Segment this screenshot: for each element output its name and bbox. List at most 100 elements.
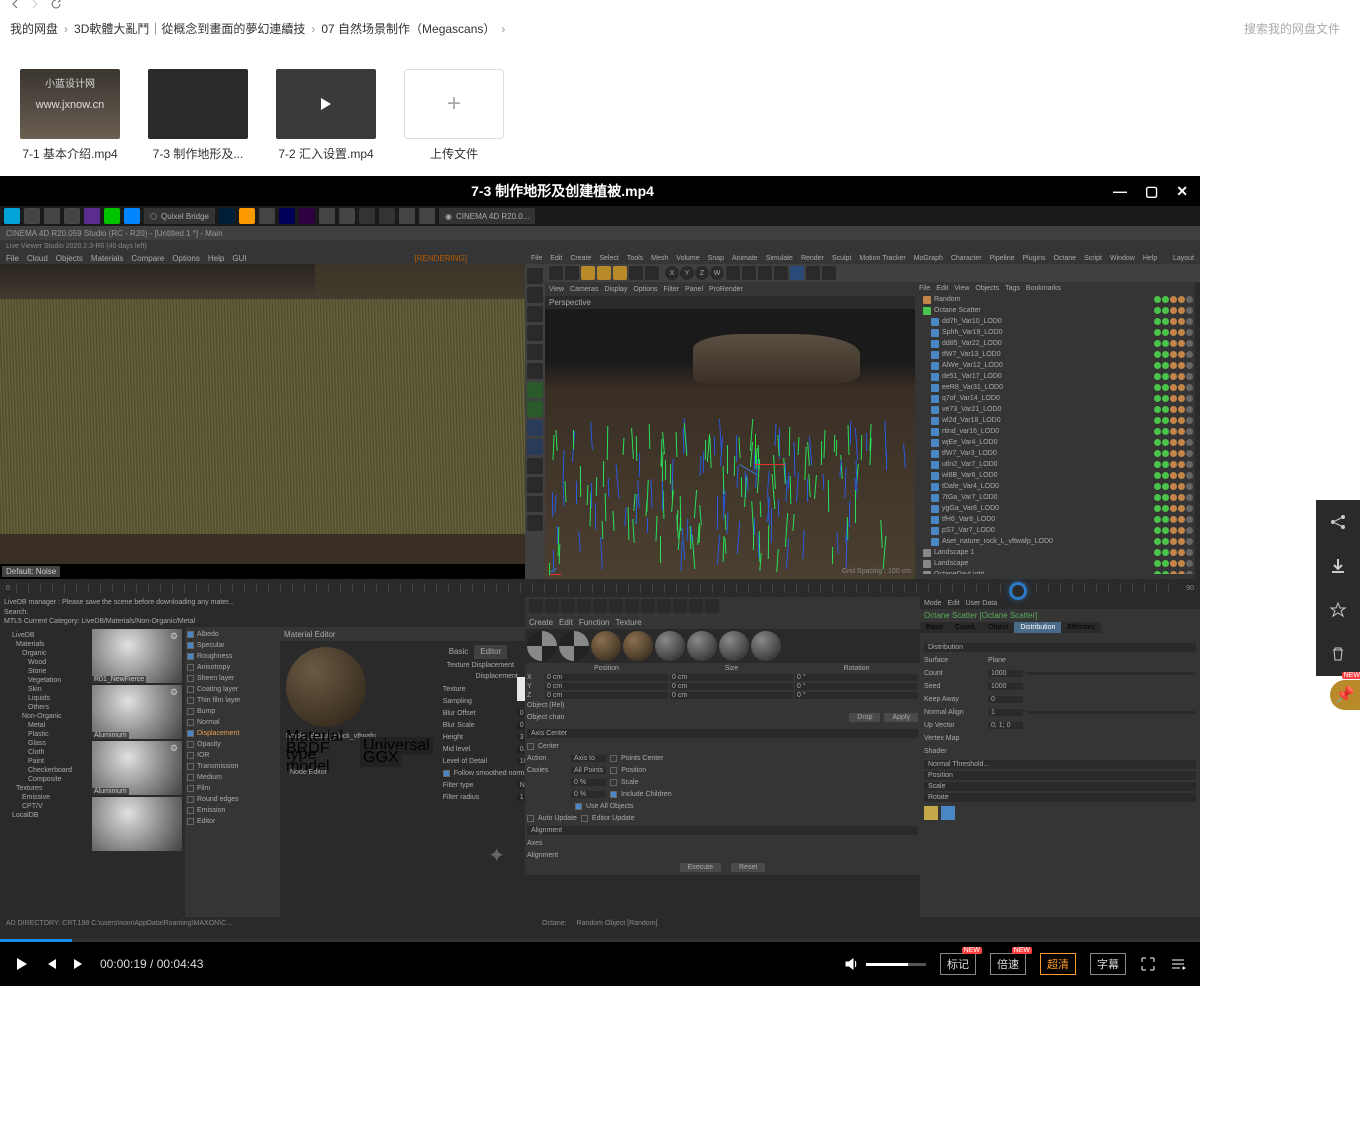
material-thumb[interactable]: ⚙R01_NewFierce (92, 629, 182, 683)
maximize-icon[interactable]: ▢ (1145, 183, 1158, 200)
prev-icon[interactable] (44, 957, 58, 971)
material-ball[interactable] (623, 631, 653, 661)
next-icon[interactable] (72, 957, 86, 971)
tool-icon[interactable] (527, 382, 543, 398)
tree-row[interactable]: wl8B_Var6_LOD0 (915, 470, 1195, 481)
forward-icon[interactable] (30, 0, 40, 9)
menu-item[interactable]: Options (172, 254, 200, 263)
material-preview[interactable] (286, 647, 366, 727)
channel-row[interactable]: Albedo (187, 629, 278, 640)
menu-item[interactable]: Animate (732, 255, 758, 262)
toolbar-icon[interactable] (689, 599, 703, 613)
y-axis-button[interactable]: Y (680, 266, 694, 280)
section-header[interactable]: Position (924, 771, 1196, 780)
menu-item[interactable]: Plugins (1023, 255, 1046, 262)
play-icon[interactable] (14, 956, 30, 972)
tool-icon[interactable] (527, 287, 543, 303)
tab-basic[interactable]: Basic (920, 622, 949, 633)
menu-item[interactable]: Edit (550, 255, 562, 262)
tool-icon[interactable] (527, 458, 543, 474)
tool-icon[interactable] (527, 344, 543, 360)
toolbar-icon[interactable] (641, 599, 655, 613)
tool-icon[interactable] (527, 420, 543, 436)
gear-icon[interactable]: ⚙ (170, 743, 180, 753)
file-item[interactable]: 7-3 制作地形及... (148, 69, 248, 162)
menu-item[interactable]: Help (208, 254, 224, 263)
taskbar-icon[interactable] (4, 208, 20, 224)
axis-center-section[interactable]: Axis Center (527, 729, 918, 738)
channel-row[interactable]: Emission (187, 805, 278, 816)
keep-input[interactable]: 0 (988, 696, 1023, 703)
tool-icon[interactable] (527, 363, 543, 379)
menu-item[interactable]: Filter (664, 286, 680, 293)
toolbar-icon[interactable] (629, 266, 643, 280)
toolbar-icon[interactable] (726, 266, 740, 280)
icon[interactable] (941, 806, 955, 820)
menu-item[interactable]: Display (604, 286, 627, 293)
tree-row[interactable]: Aset_nature_rock_L_vftwafp_LOD0 (915, 536, 1195, 547)
toolbar-icon[interactable] (705, 599, 719, 613)
delete-icon[interactable] (1316, 632, 1360, 676)
tree-row[interactable]: pS7_Var7_LOD0 (915, 525, 1195, 536)
menu-item[interactable]: Character (951, 255, 982, 262)
refresh-icon[interactable] (50, 0, 62, 10)
channel-row[interactable]: Medium (187, 772, 278, 783)
menu-item[interactable]: Texture (616, 618, 642, 627)
toolbar-icon[interactable] (609, 599, 623, 613)
section-header[interactable]: Normal Threshold... (924, 760, 1196, 769)
material-ball[interactable] (655, 631, 685, 661)
menu-item[interactable]: Pipeline (990, 255, 1015, 262)
fullscreen-icon[interactable] (1140, 956, 1156, 972)
count-input[interactable]: 1000 (988, 670, 1023, 677)
channel-row[interactable]: Thin film layer (187, 695, 278, 706)
up-input[interactable]: 0; 1; 0 (988, 722, 1023, 729)
toolbar-icon[interactable] (625, 599, 639, 613)
menu-item[interactable]: Function (579, 618, 610, 627)
taskbar-icon[interactable] (339, 208, 355, 224)
render-viewport[interactable]: 1:1 C HDRI sRGB FT Default: Noise (0, 264, 525, 579)
file-item[interactable]: 7-2 汇入设置.mp4 (276, 69, 376, 162)
menu-item[interactable]: Script (1084, 255, 1102, 262)
taskbar-quixel[interactable]: ⬡Quixel Bridge (144, 208, 215, 224)
tab-distribution[interactable]: Distribution (1014, 622, 1061, 633)
menu-item[interactable]: MoGraph (914, 255, 943, 262)
taskbar-ai-icon[interactable] (239, 208, 255, 224)
menu-item[interactable]: Render (801, 255, 824, 262)
menu-item[interactable]: Edit (559, 618, 573, 627)
apply-button[interactable]: Apply (884, 713, 918, 722)
toolbar-icon[interactable] (645, 266, 659, 280)
menu-item[interactable]: File (531, 255, 542, 262)
menu-item[interactable]: Edit (936, 285, 948, 292)
gizmo-icon[interactable] (730, 439, 780, 489)
toolbar-icon[interactable] (790, 266, 804, 280)
tool-icon[interactable] (527, 439, 543, 455)
material-ball[interactable] (719, 631, 749, 661)
menu-item[interactable]: Objects (56, 254, 83, 263)
channel-row[interactable]: Round edges (187, 794, 278, 805)
channel-row[interactable]: Roughness (187, 651, 278, 662)
taskbar-ps-icon[interactable] (219, 208, 235, 224)
tool-icon[interactable] (527, 477, 543, 493)
file-item[interactable]: 小蓝设计网www.jxnow.cn 7-1 基本介绍.mp4 (20, 69, 120, 162)
taskbar-icon[interactable] (84, 208, 100, 224)
menu-item[interactable]: Options (633, 286, 657, 293)
node-editor-btn[interactable]: Node Editor (286, 768, 433, 777)
upload-button[interactable]: + 上传文件 (404, 69, 504, 162)
toolbar-icon[interactable] (742, 266, 756, 280)
mark-button[interactable]: 标记NEW (940, 953, 976, 975)
menu-item[interactable]: Select (599, 255, 618, 262)
download-icon[interactable] (1316, 544, 1360, 588)
taskbar-icon[interactable] (319, 208, 335, 224)
menu-item[interactable]: Cloud (27, 254, 48, 263)
execute-button[interactable]: Execute (680, 863, 721, 872)
toolbar-icon[interactable] (565, 266, 579, 280)
distribution-header[interactable]: Distribution (924, 643, 1196, 652)
tool-icon[interactable] (527, 515, 543, 531)
material-thumb[interactable]: ⚙Aluminium (92, 741, 182, 795)
tab-coord[interactable]: Coord. (949, 622, 982, 633)
material-ball[interactable] (527, 631, 557, 661)
channel-row[interactable]: Anisotropy (187, 662, 278, 673)
tree-row[interactable]: Sphh_Var19_LOD0 (915, 327, 1195, 338)
channel-row[interactable]: Displacement (187, 728, 278, 739)
toolbar-icon[interactable] (593, 599, 607, 613)
